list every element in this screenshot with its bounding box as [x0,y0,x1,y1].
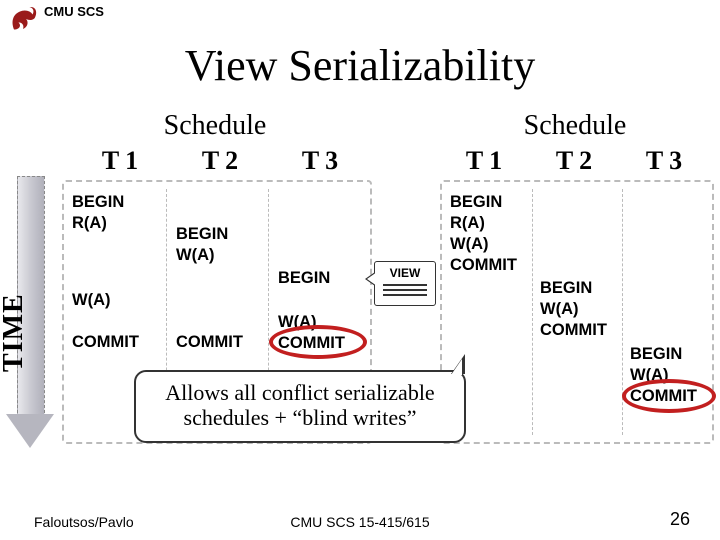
op: W(A) [72,290,110,311]
page-title: View Serializability [0,40,720,91]
col-t2-left: T 2 [175,146,265,176]
op: BEGIN [278,268,330,289]
time-label: TIME [0,293,30,372]
op: W(A) [450,234,488,255]
view-label: VIEW [379,266,431,280]
col-t3-left: T 3 [275,146,365,176]
op: BEGIN [540,278,592,299]
footer-right: 26 [670,509,690,530]
dragon-icon [8,4,38,34]
op: COMMIT [176,332,243,353]
col-t2-right: T 2 [534,146,614,176]
op: W(A) [540,299,578,320]
op: COMMIT [72,332,139,353]
col-t1-right: T 1 [444,146,524,176]
bubble-text: Allows all conflict serializable schedul… [165,380,434,430]
op: COMMIT [278,333,345,354]
op: W(A) [630,365,668,386]
schedule-label-right: Schedule [440,110,710,142]
col-t1-left: T 1 [75,146,165,176]
op: W(A) [278,312,316,333]
op: BEGIN [450,192,502,213]
time-axis: TIME [10,176,50,451]
schedule-label-left: Schedule [60,110,370,142]
op: BEGIN [630,344,682,365]
op: COMMIT [450,255,517,276]
speech-bubble: Allows all conflict serializable schedul… [134,370,466,443]
org-label: CMU SCS [44,4,104,19]
op: COMMIT [630,386,697,407]
footer-center: CMU SCS 15-415/615 [0,514,720,530]
col-t3-right: T 3 [624,146,704,176]
op: W(A) [176,245,214,266]
schedule-box-right: BEGIN R(A) W(A) COMMIT BEGIN W(A) COMMIT… [440,180,714,444]
op: BEGIN [176,224,228,245]
view-callout: VIEW [374,261,436,306]
op: BEGIN [72,192,124,213]
op: R(A) [72,213,107,234]
op: COMMIT [540,320,607,341]
header: CMU SCS [8,4,104,34]
op: R(A) [450,213,485,234]
